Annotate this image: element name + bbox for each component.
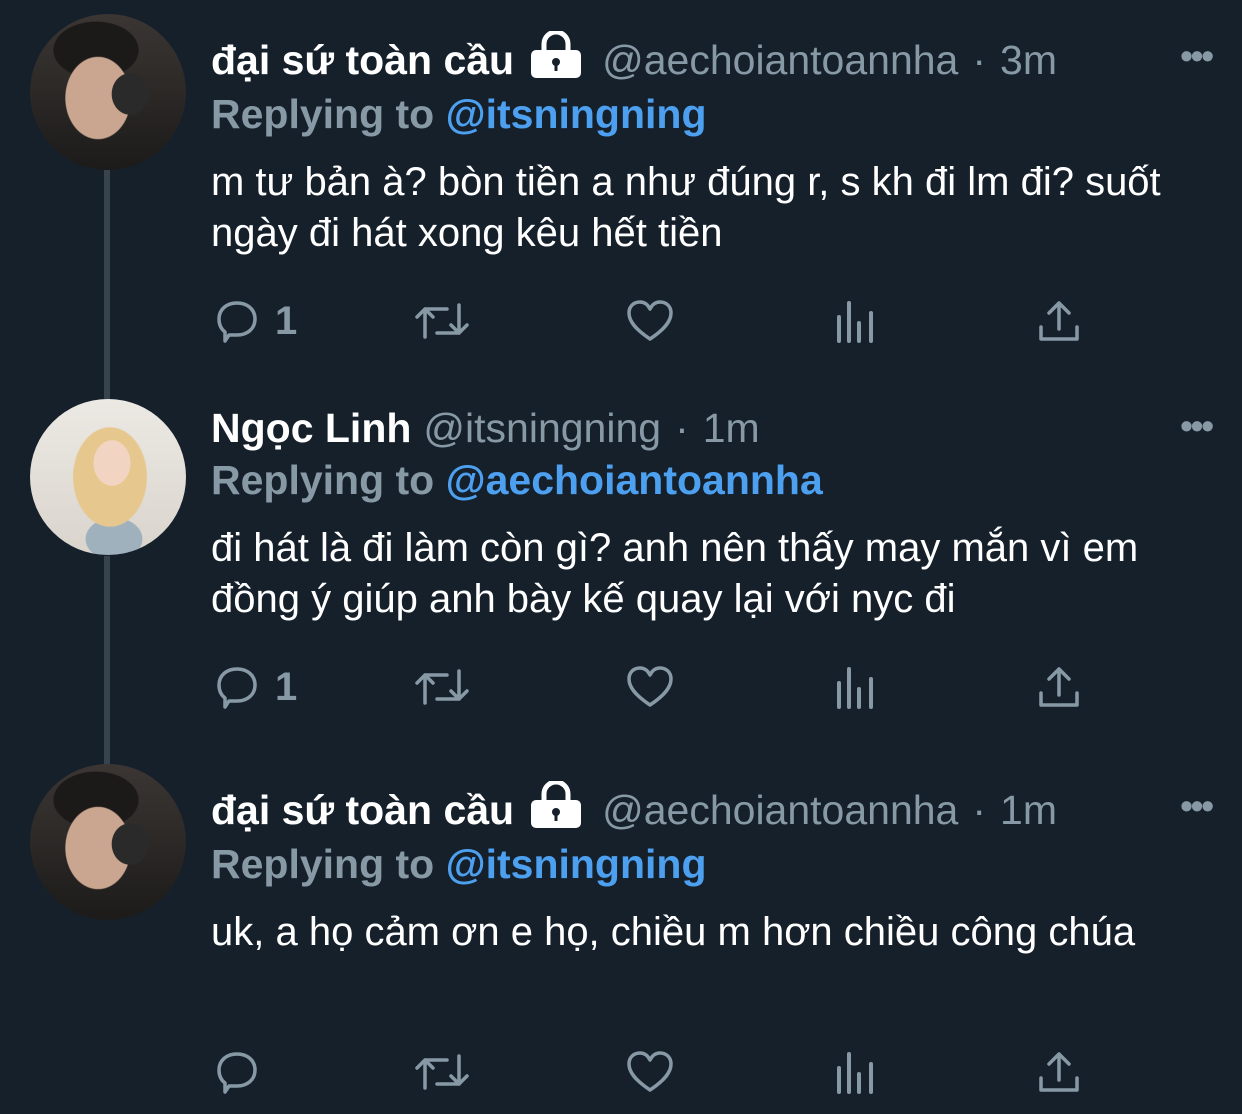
heart-icon (627, 300, 673, 341)
retweet-button[interactable] (413, 1042, 471, 1102)
share-icon (1039, 1052, 1079, 1092)
replying-to: Replying to @itsningning (211, 88, 707, 140)
action-bar: 1 (213, 291, 1113, 351)
replying-to-prefix: Replying to (211, 841, 435, 887)
reply-count: 1 (275, 298, 298, 343)
like-button[interactable] (625, 291, 675, 351)
reply-bubble-icon (217, 1052, 257, 1094)
action-bar: 1 (213, 657, 1113, 717)
heart-icon (627, 666, 673, 707)
analytics-icon (837, 667, 873, 709)
display-name[interactable]: đại sứ toàn cầu (211, 787, 514, 834)
user-handle[interactable]: @aechoiantoannha (602, 787, 958, 834)
tweet-header: Ngọc Linh @itsningning · 1m (211, 398, 1242, 458)
replying-to-prefix: Replying to (211, 91, 435, 137)
reply-button[interactable]: 1 (213, 657, 297, 717)
avatar[interactable] (30, 399, 186, 555)
tweet[interactable]: đại sứ toàn cầu @aechoiantoannha · 3m ••… (0, 0, 1242, 370)
user-handle[interactable]: @aechoiantoannha (602, 37, 958, 84)
avatar[interactable] (30, 14, 186, 170)
share-icon (1039, 301, 1079, 341)
tweet[interactable]: đại sứ toàn cầu @aechoiantoannha · 1m ••… (0, 750, 1242, 1114)
avatar[interactable] (30, 764, 186, 920)
analytics-icon (837, 301, 873, 343)
analytics-button[interactable] (835, 657, 879, 717)
share-icon (1039, 667, 1079, 707)
more-dots-icon[interactable]: ••• (1180, 406, 1214, 446)
tweet-header: đại sứ toàn cầu @aechoiantoannha · 1m (211, 779, 1242, 840)
like-button[interactable] (625, 657, 675, 717)
replying-to-prefix: Replying to (211, 457, 435, 503)
timestamp[interactable]: 1m (1000, 787, 1057, 834)
retweet-icon (415, 1054, 469, 1090)
timestamp[interactable]: 1m (703, 405, 760, 452)
tweet-text: m tư bản à? bòn tiền a như đúng r, s kh … (211, 160, 1161, 255)
like-button[interactable] (625, 1042, 675, 1102)
replying-to-link[interactable]: @itsningning (446, 91, 707, 137)
share-button[interactable] (1037, 291, 1081, 351)
action-bar (213, 1042, 1113, 1102)
tweet-header: đại sứ toàn cầu @aechoiantoannha · 3m (211, 29, 1242, 90)
reply-button[interactable] (213, 1042, 275, 1102)
tweet[interactable]: Ngọc Linh @itsningning · 1m ••• Replying… (0, 370, 1242, 750)
heart-icon (627, 1051, 673, 1092)
replying-to: Replying to @aechoiantoannha (211, 454, 823, 506)
reply-bubble-icon (217, 301, 257, 343)
tweet-text: uk, a họ cảm ơn e họ, chiều m hơn chiều … (211, 910, 1136, 954)
timestamp[interactable]: 3m (1000, 37, 1057, 84)
lock-icon (528, 29, 584, 89)
retweet-button[interactable] (413, 657, 471, 717)
retweet-icon (415, 303, 469, 339)
analytics-button[interactable] (835, 1042, 879, 1102)
display-name[interactable]: đại sứ toàn cầu (211, 37, 514, 84)
user-handle[interactable]: @itsningning (423, 405, 661, 452)
tweet-text: đi hát là đi làm còn gì? anh nên thấy ma… (211, 526, 1139, 621)
reply-bubble-icon (217, 667, 257, 709)
reply-count: 1 (275, 664, 298, 709)
analytics-icon (837, 1052, 873, 1094)
replying-to-link[interactable]: @itsningning (446, 841, 707, 887)
more-dots-icon[interactable]: ••• (1180, 786, 1214, 826)
display-name[interactable]: Ngọc Linh (211, 405, 411, 452)
analytics-button[interactable] (835, 291, 879, 351)
separator: · (972, 36, 987, 83)
lock-icon (528, 779, 584, 839)
replying-to-link[interactable]: @aechoiantoannha (446, 457, 823, 503)
more-dots-icon[interactable]: ••• (1180, 36, 1214, 76)
replying-to: Replying to @itsningning (211, 838, 707, 890)
separator: · (675, 404, 689, 451)
reply-button[interactable]: 1 (213, 291, 297, 351)
retweet-icon (415, 669, 469, 705)
retweet-button[interactable] (413, 291, 471, 351)
share-button[interactable] (1037, 657, 1081, 717)
share-button[interactable] (1037, 1042, 1081, 1102)
separator: · (972, 786, 987, 833)
